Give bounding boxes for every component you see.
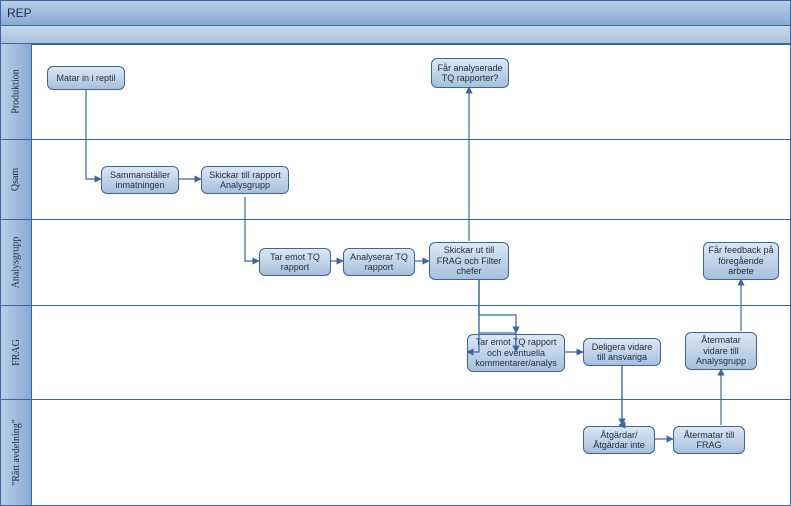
diagram-title: REP [7,6,32,20]
swimlanes: Produktion Matar in i reptil Får analyse… [1,43,790,505]
title-bar: REP [1,1,790,26]
node-n8: Får feedback på föregående arbete [703,242,779,280]
lane-analysgrupp: Analysgrupp Tar emot TQ rapport Analyser… [1,219,790,305]
node-n6: Analyserar TQ rapport [343,248,415,276]
lane-label-analysgrupp: Analysgrupp [1,220,32,305]
lane-body: Tar emot TQ rapport Analyserar TQ rappor… [31,220,790,305]
lane-text: Qsam [11,168,22,191]
lane-body: Sammanställer inmatningen Skickar till r… [31,140,790,219]
lane-label-qsam: Qsam [1,140,32,219]
lane-text: Produktion [11,69,22,113]
node-n3: Sammanställer inmatningen [101,166,179,194]
lane-label-frag: FRAG [1,306,32,399]
node-n12: Åtgärdar/ Åtgärdar inte [583,426,655,454]
lane-qsam: Qsam Sammanställer inmatningen Skickar t… [1,139,790,219]
lane-text: Analysgrupp [11,237,22,289]
diagram-frame: REP Produktion Matar in i reptil Får ana… [0,0,791,506]
node-n2: Får analyserade TQ rapporter? [431,58,509,88]
node-n7: Skickar ut till FRAG och Filter chefer [429,242,509,280]
node-n5: Tar emot TQ rapport [259,248,331,276]
lane-body: Tar emot TQ rapport och eventuella komme… [31,306,790,399]
node-n10: Deligera vidare till ansvariga [583,338,661,366]
node-n9: Tar emot TQ rapport och eventuella komme… [467,334,565,372]
lane-label-ratt: "Rätt avdelning" [1,400,32,505]
lane-body: Åtgärdar/ Åtgärdar inte Återmatar till F… [31,400,790,505]
lane-label-produktion: Produktion [1,44,32,139]
node-n13: Återmatar till FRAG [673,426,745,454]
node-n11: Återmatar vidare till Analysgrupp [685,332,757,370]
node-n1: Matar in i reptil [47,66,125,90]
lane-frag: FRAG Tar emot TQ rapport och eventuella … [1,305,790,399]
lane-ratt: "Rätt avdelning" Åtgärdar/ Åtgärdar inte… [1,399,790,506]
lane-text: "Rätt avdelning" [11,419,22,486]
lane-text: FRAG [11,339,22,366]
lane-produktion: Produktion Matar in i reptil Får analyse… [1,43,790,139]
lane-body: Matar in i reptil Får analyserade TQ rap… [31,44,790,139]
node-n4: Skickar till rapport Analysgrupp [201,166,289,194]
